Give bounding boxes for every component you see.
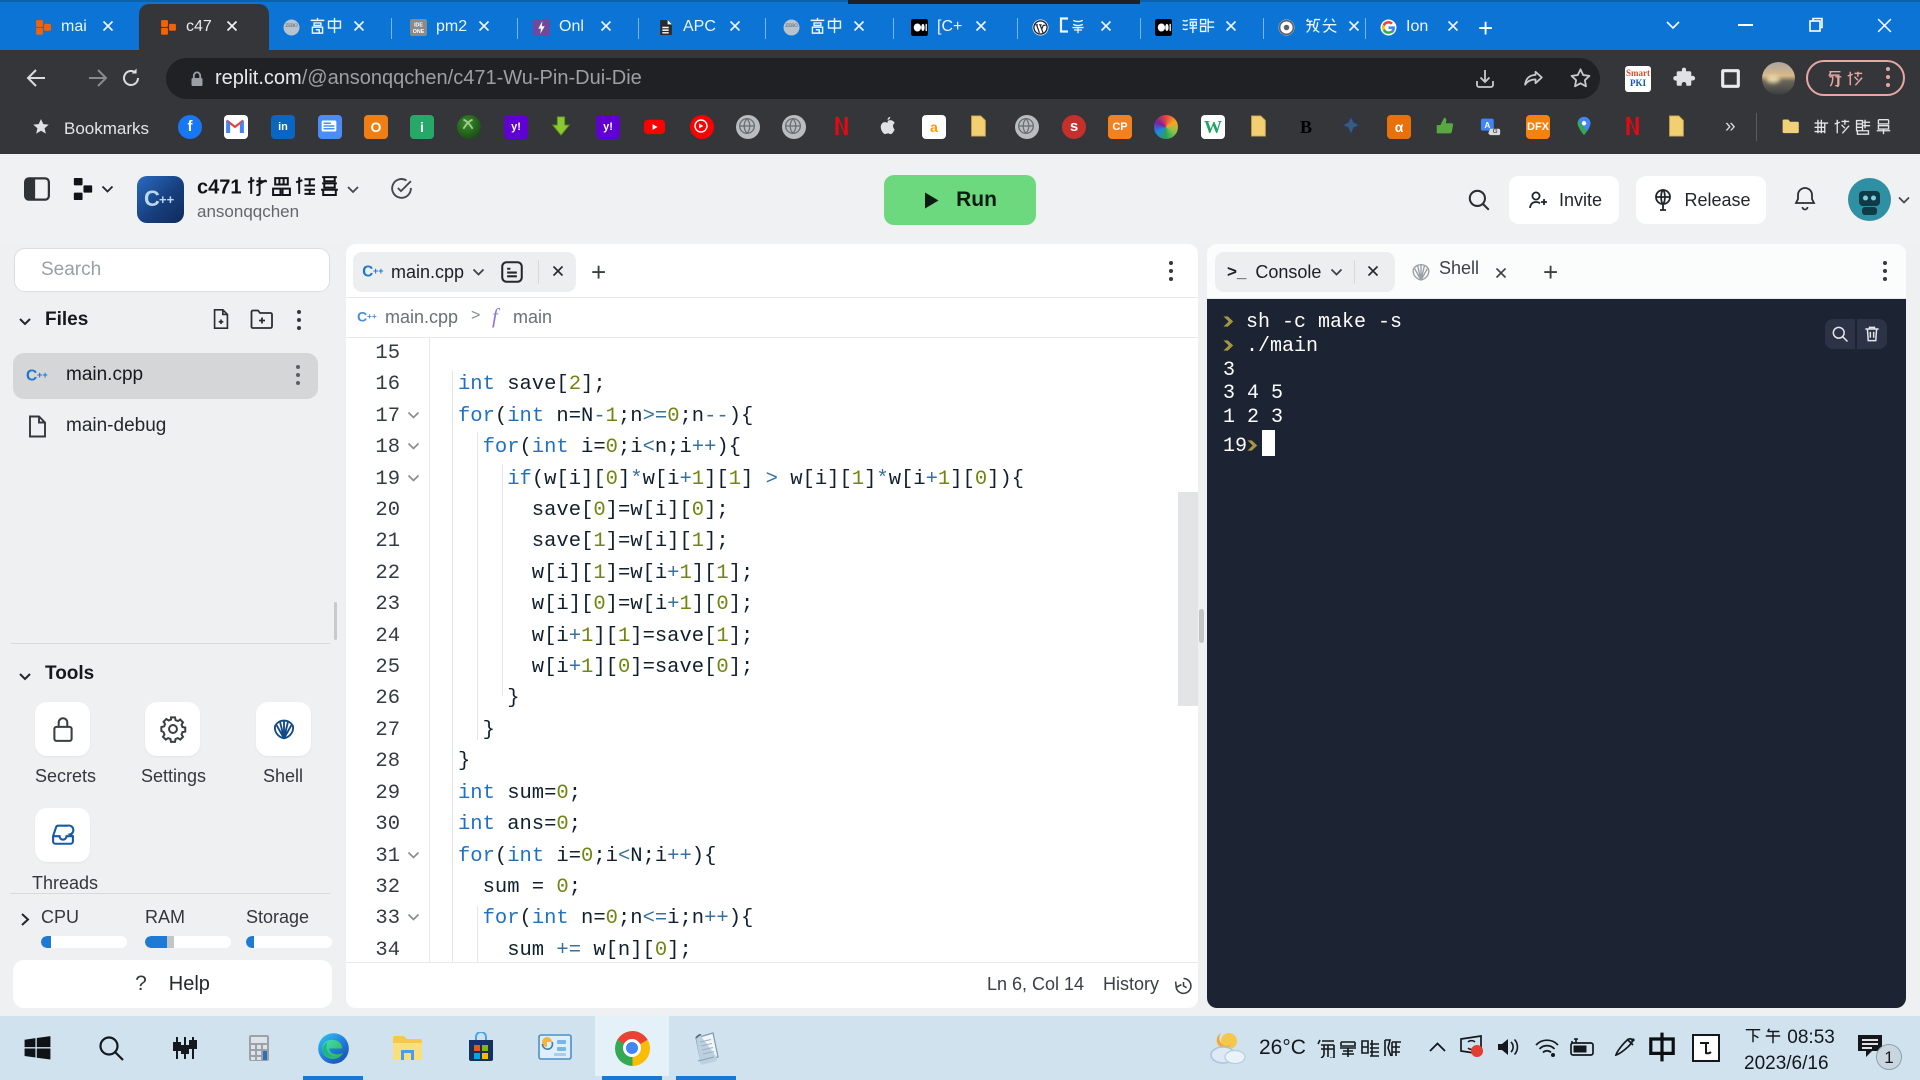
svg-text:++: ++ [367,311,377,321]
svg-text:IDE: IDE [414,22,423,28]
svg-text:++: ++ [37,370,48,380]
svg-text:ZERO: ZERO [785,23,798,28]
svg-text:C: C [357,310,367,326]
svg-text:++: ++ [373,266,384,276]
svg-text:ZERO: ZERO [285,23,298,28]
svg-text:C: C [26,368,37,385]
svg-text:A: A [1484,121,1490,130]
svg-text:C: C [362,264,373,281]
svg-text:ONE: ONE [413,28,425,34]
svg-text:G: G [1493,128,1498,135]
